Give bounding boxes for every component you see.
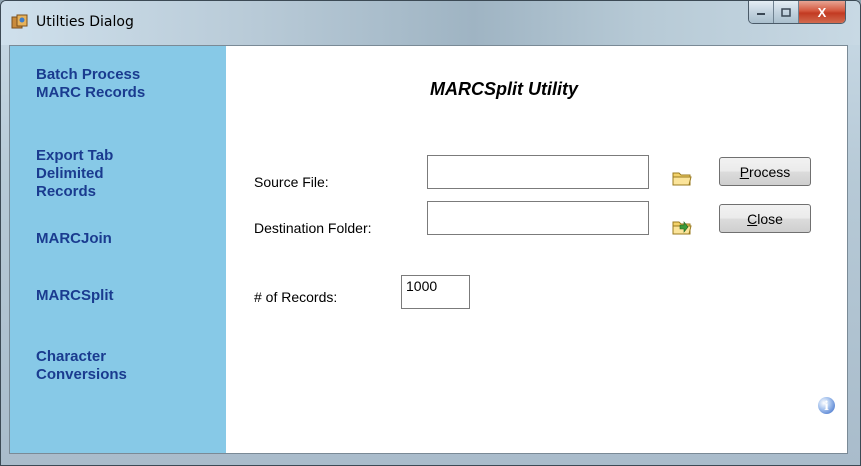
sidebar-item-marcjoin[interactable]: MARCJoin xyxy=(36,230,112,248)
caption-buttons: X xyxy=(748,1,846,24)
destination-folder-label: Destination Folder: xyxy=(254,220,372,236)
records-count-input[interactable] xyxy=(401,275,470,309)
sidebar-item-batch-process[interactable]: Batch Process MARC Records xyxy=(36,66,186,102)
page-title: MARCSplit Utility xyxy=(430,79,578,99)
title-bar[interactable]: Utilties Dialog X xyxy=(1,1,860,45)
destination-folder-input[interactable] xyxy=(427,201,649,235)
app-icon xyxy=(11,14,28,29)
source-file-input[interactable] xyxy=(427,155,649,189)
source-file-label: Source File: xyxy=(254,174,329,190)
sidebar-item-export-tab-delimited[interactable]: Export Tab Delimited Records xyxy=(36,147,156,201)
process-button-label: rocess xyxy=(749,163,791,180)
close-icon: X xyxy=(817,4,827,20)
window-title: Utilties Dialog xyxy=(36,14,134,30)
sidebar: Batch Process MARC Records Export Tab De… xyxy=(10,46,226,453)
folder-browse-icon[interactable] xyxy=(672,218,692,236)
folder-open-icon[interactable] xyxy=(672,169,692,187)
records-label: # of Records: xyxy=(254,289,338,305)
maximize-button[interactable] xyxy=(774,1,799,23)
close-window-button[interactable]: X xyxy=(799,1,845,23)
sidebar-item-marcsplit[interactable]: MARCSplit xyxy=(36,287,114,305)
dialog-client-area: Batch Process MARC Records Export Tab De… xyxy=(9,45,848,454)
utilities-dialog-window: Utilties Dialog X Batch Process MARC Rec… xyxy=(0,0,861,466)
close-button[interactable]: Close xyxy=(719,204,811,233)
minimize-icon xyxy=(757,13,765,15)
sidebar-item-character-conversions[interactable]: Character Conversions xyxy=(36,348,156,384)
maximize-icon xyxy=(781,7,791,17)
close-button-label: lose xyxy=(757,210,783,227)
process-button[interactable]: Process xyxy=(719,157,811,186)
process-button-accelerator: P xyxy=(739,163,750,180)
info-icon[interactable]: i xyxy=(818,397,835,414)
close-button-accelerator: C xyxy=(747,210,758,227)
minimize-button[interactable] xyxy=(749,1,774,23)
